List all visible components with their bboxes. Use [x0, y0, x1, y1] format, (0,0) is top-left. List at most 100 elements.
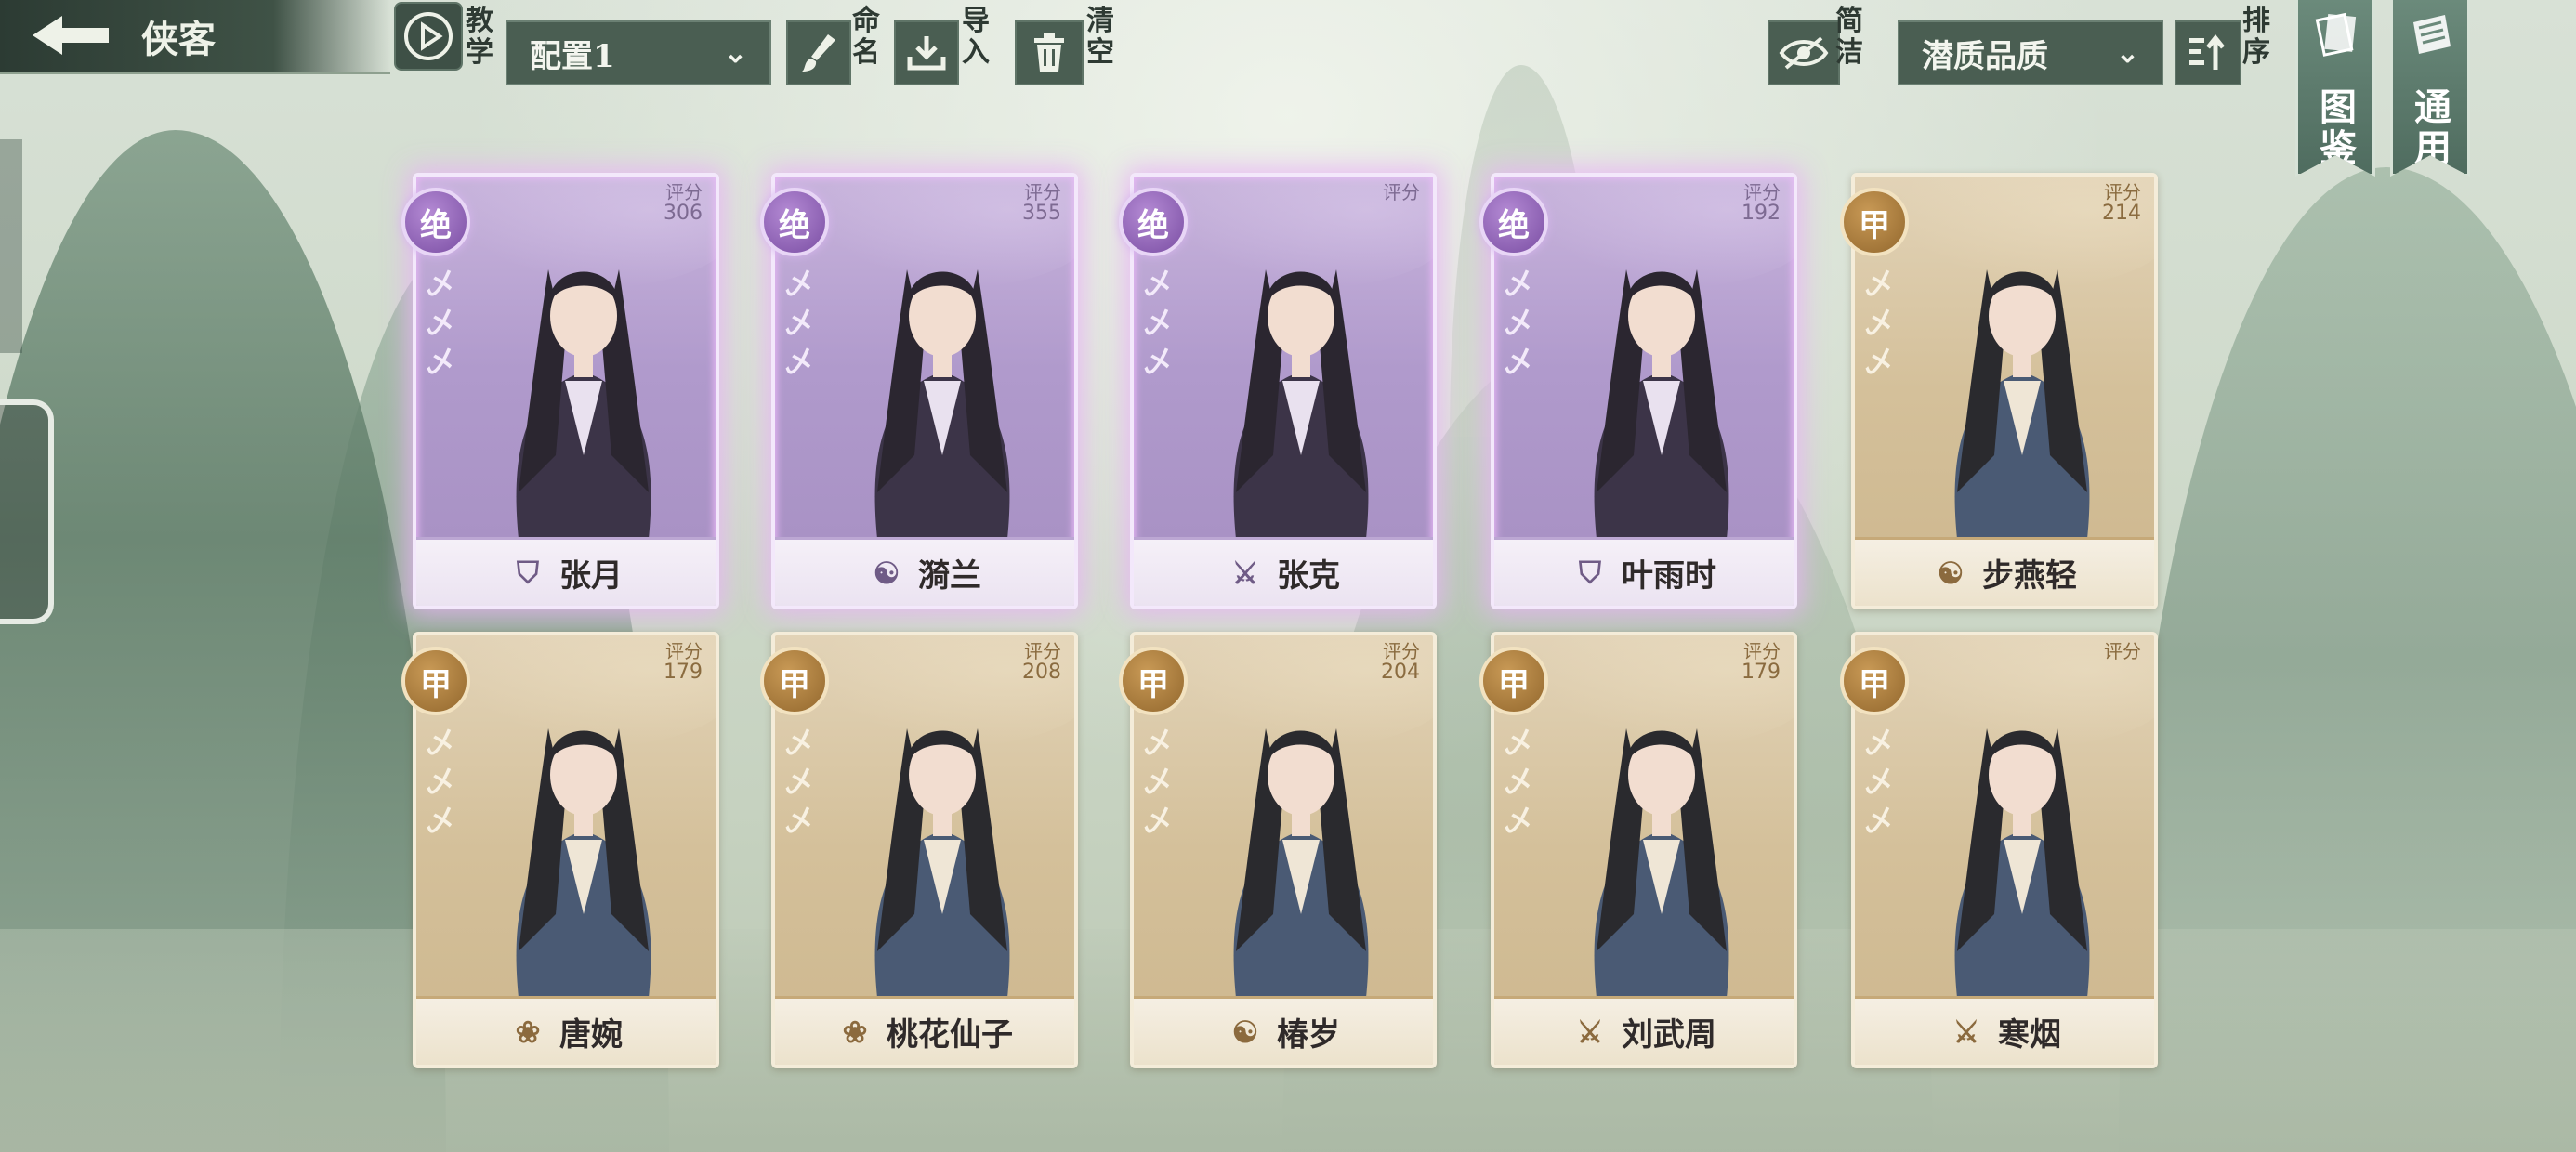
rank-mark: 乄 — [785, 766, 813, 799]
hero-card[interactable]: 评分 乄乄乄 ⚔ 寒烟 甲 — [1840, 632, 2158, 1068]
score-display: 评分 179 — [664, 641, 703, 684]
hero-nameplate: ⚔ 寒烟 — [1855, 996, 2154, 1065]
hero-name: 张克 — [1277, 557, 1340, 595]
hero-nameplate: ☯ 漪兰 — [775, 537, 1074, 606]
hero-nameplate: ⚔ 刘武周 — [1494, 996, 1794, 1065]
sort-label: 排序 — [2242, 5, 2270, 69]
rank-mark: 乄 — [427, 805, 454, 838]
score-display: 评分 306 — [664, 182, 703, 225]
score-label: 评分 — [2104, 181, 2141, 203]
shield-icon: ⛉ — [1578, 555, 1601, 590]
eye-slash-icon — [1779, 36, 1829, 70]
codex-banner-button[interactable]: 图鉴 — [2295, 0, 2375, 177]
hero-portrait — [1954, 728, 2090, 998]
star-rank: 乄乄乄 — [1139, 266, 1176, 383]
score-display: 评分 204 — [1381, 641, 1420, 684]
page-title: 侠客 — [141, 18, 216, 61]
sort-icon — [2189, 33, 2225, 70]
hero-name: 桃花仙子 — [887, 1016, 1013, 1054]
rank-mark: 乄 — [427, 268, 454, 301]
hero-nameplate: ☯ 椿岁 — [1134, 996, 1433, 1065]
score-label: 评分 — [665, 640, 703, 662]
score-value: 214 — [2102, 202, 2141, 225]
hero-card[interactable]: 评分 204 乄乄乄 ☯ 椿岁 甲 — [1119, 632, 1437, 1068]
grade-badge: 甲 — [760, 647, 829, 715]
rank-mark: 乄 — [1144, 805, 1172, 838]
shield-icon: ⛉ — [516, 555, 539, 590]
score-display: 评分 214 — [2102, 182, 2141, 225]
score-display: 评分 — [2104, 641, 2141, 661]
config-select[interactable]: 配置1 ⌄ — [506, 20, 771, 85]
star-rank: 乄乄乄 — [1139, 725, 1176, 842]
star-rank: 乄乄乄 — [1860, 266, 1898, 383]
star-rank: 乄乄乄 — [1500, 266, 1537, 383]
score-display: 评分 355 — [1022, 182, 1061, 225]
score-value: 179 — [664, 661, 703, 684]
hero-name: 叶雨时 — [1622, 557, 1716, 595]
book-icon — [2315, 12, 2357, 57]
star-rank: 乄乄乄 — [422, 266, 459, 383]
codex-label: 图鉴 — [2320, 85, 2357, 170]
rename-button[interactable] — [786, 20, 851, 85]
simple-view-button[interactable] — [1768, 20, 1840, 85]
import-button[interactable] — [894, 20, 959, 85]
star-rank: 乄乄乄 — [422, 725, 459, 842]
hero-card[interactable]: 评分 355 乄乄乄 ☯ 漪兰 绝 — [760, 173, 1078, 609]
sort-select[interactable]: 潜质品质 ⌄ — [1898, 20, 2163, 85]
hero-name: 唐婉 — [559, 1016, 623, 1054]
hero-name: 漪兰 — [918, 557, 981, 595]
sort-button[interactable] — [2175, 20, 2241, 85]
grade-badge: 绝 — [1119, 188, 1188, 256]
hero-card[interactable]: 评分 306 乄乄乄 ⛉ 张月 绝 — [401, 173, 719, 609]
download-icon — [907, 36, 946, 71]
rank-mark: 乄 — [1144, 727, 1172, 760]
sword-icon: ⚔ — [1576, 1014, 1604, 1050]
play-icon — [404, 12, 453, 60]
lotus-icon: ❀ — [842, 1014, 868, 1050]
rank-mark: 乄 — [1505, 347, 1532, 379]
hero-portrait — [874, 269, 1010, 539]
hero-card[interactable]: 评分 乄乄乄 ⚔ 张克 绝 — [1119, 173, 1437, 609]
hero-card[interactable]: 评分 192 乄乄乄 ⛉ 叶雨时 绝 — [1479, 173, 1797, 609]
hero-portrait — [874, 728, 1010, 998]
score-value: 306 — [664, 202, 703, 225]
star-rank: 乄乄乄 — [1500, 725, 1537, 842]
hero-nameplate: ⛉ 张月 — [416, 537, 716, 606]
grade-badge: 绝 — [760, 188, 829, 256]
general-banner-button[interactable]: 通用 — [2390, 0, 2470, 177]
sword-icon: ⚔ — [1231, 555, 1259, 591]
grade-badge: 甲 — [1479, 647, 1548, 715]
tutorial-label: 教学 — [466, 5, 493, 69]
score-display: 评分 192 — [1741, 182, 1781, 225]
rank-mark: 乄 — [1505, 805, 1532, 838]
score-label: 评分 — [1743, 181, 1781, 203]
chevron-down-icon: ⌄ — [723, 36, 747, 70]
rank-mark: 乄 — [1144, 268, 1172, 301]
hero-name: 椿岁 — [1277, 1016, 1340, 1054]
rank-mark: 乄 — [1865, 727, 1893, 760]
clear-button[interactable] — [1015, 20, 1084, 85]
rank-mark: 乄 — [1865, 805, 1893, 838]
hero-card[interactable]: 评分 208 乄乄乄 ❀ 桃花仙子 甲 — [760, 632, 1078, 1068]
clear-label: 清空 — [1086, 5, 1114, 69]
general-label: 通用 — [2414, 85, 2451, 170]
rank-mark: 乄 — [427, 308, 454, 340]
hero-portrait — [1233, 269, 1369, 539]
star-rank: 乄乄乄 — [781, 725, 818, 842]
back-button[interactable] — [6, 4, 136, 67]
hero-nameplate: ❀ 唐婉 — [416, 996, 716, 1065]
grade-badge: 绝 — [1479, 188, 1548, 256]
hero-card[interactable]: 评分 214 乄乄乄 ☯ 步燕轻 甲 — [1840, 173, 2158, 609]
score-display: 评分 208 — [1022, 641, 1061, 684]
yin-yang-icon: ☯ — [1231, 1014, 1259, 1050]
hero-card[interactable]: 评分 179 乄乄乄 ❀ 唐婉 甲 — [401, 632, 719, 1068]
rank-mark: 乄 — [1144, 308, 1172, 340]
score-value: 204 — [1381, 661, 1420, 684]
rank-mark: 乄 — [785, 805, 813, 838]
grade-badge: 绝 — [401, 188, 470, 256]
trash-icon — [1034, 33, 1064, 72]
hero-card[interactable]: 评分 179 乄乄乄 ⚔ 刘武周 甲 — [1479, 632, 1797, 1068]
tutorial-button[interactable] — [394, 2, 463, 71]
rename-label: 命名 — [852, 5, 880, 69]
side-drawer-tab[interactable] — [0, 399, 54, 624]
